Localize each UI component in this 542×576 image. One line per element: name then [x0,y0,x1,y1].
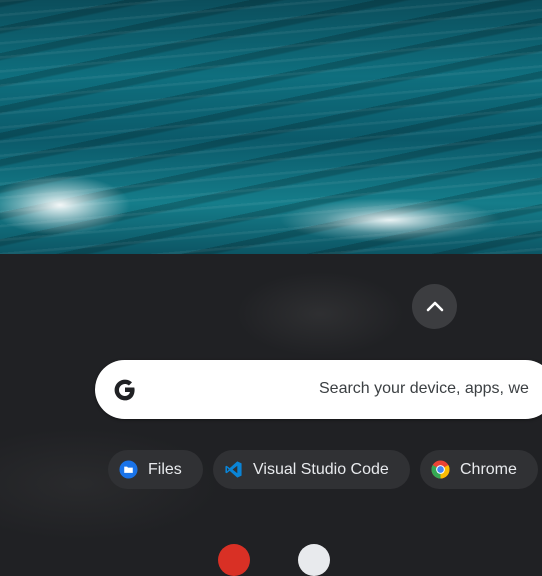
chevron-up-icon [426,301,443,311]
suggestion-label-visual-studio-code: Visual Studio Code [253,460,389,478]
suggestion-chip-visual-studio-code[interactable]: Visual Studio Code [213,450,410,489]
vscode-icon [225,461,242,478]
files-icon [119,460,138,479]
chrome-icon [431,460,450,479]
desktop-wallpaper [0,0,542,254]
suggestion-label-chrome: Chrome [460,460,517,478]
search-input[interactable]: Search your device, apps, we [319,380,529,398]
google-g-icon [114,379,135,401]
suggestion-chip-files[interactable]: Files [108,450,203,489]
suggestion-chip-chrome[interactable]: Chrome [420,450,538,489]
expand-launcher-button[interactable] [412,284,457,329]
suggestion-label-files: Files [148,460,182,478]
